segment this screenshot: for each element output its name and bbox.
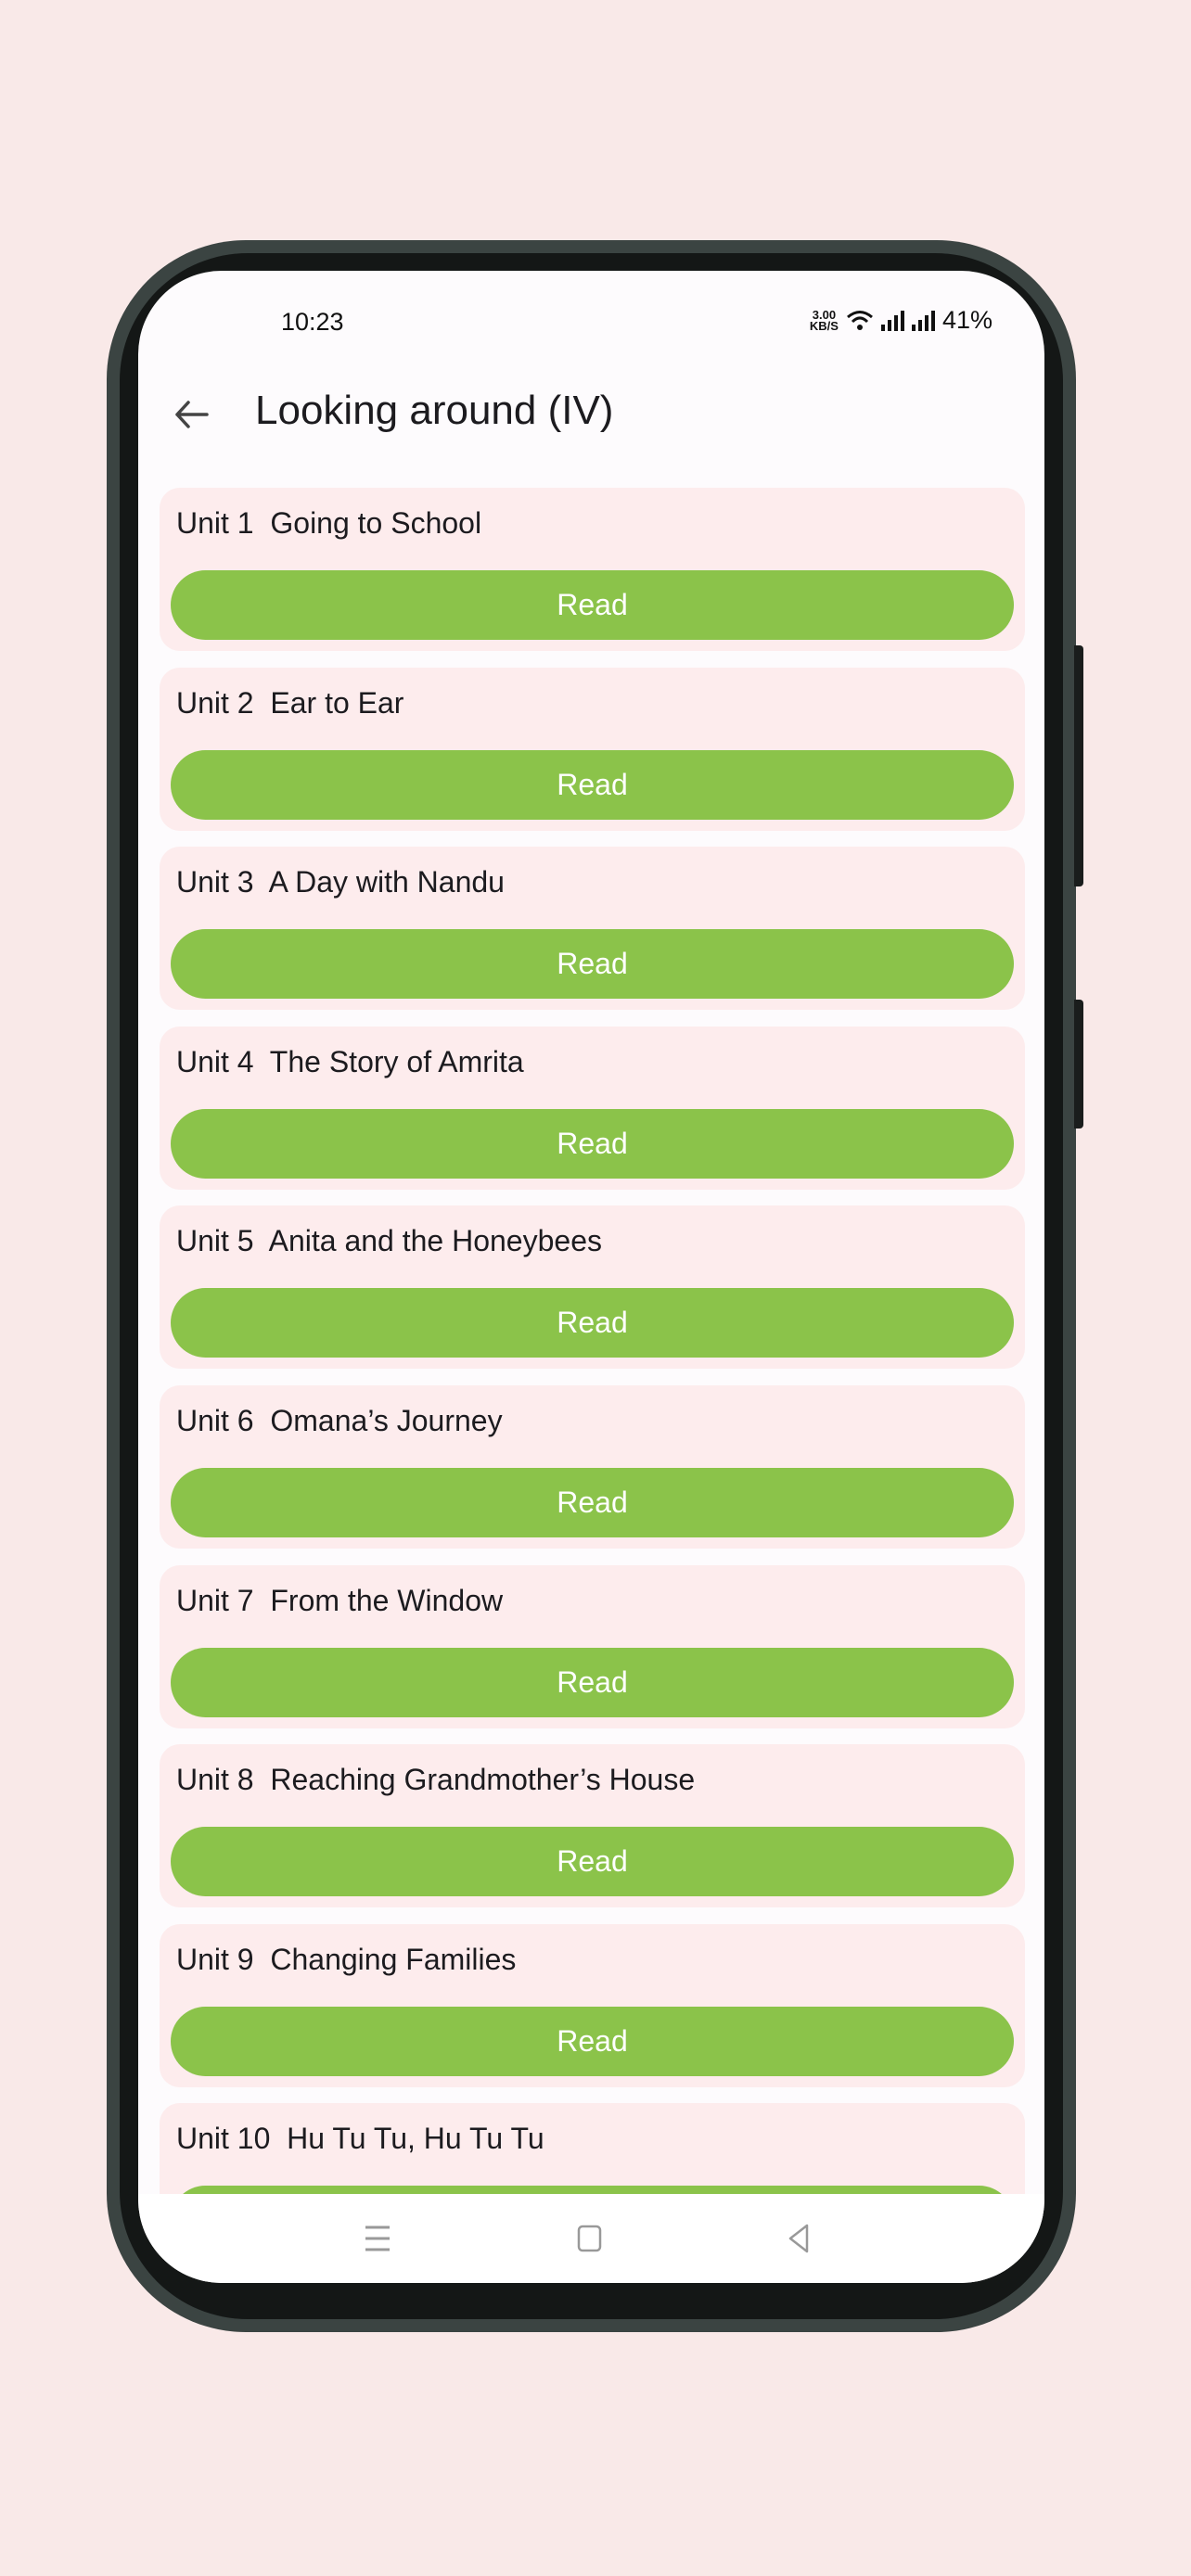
unit-card: Unit 9 Changing Families Read [160,1923,1025,2087]
unit-card: Unit 6 Omana’s Journey Read [160,1385,1025,1549]
unit-title: Unit 7 From the Window [176,1583,504,1617]
home-icon[interactable] [571,2220,608,2257]
unit-card: Unit 3 A Day with Nandu Read [160,847,1025,1011]
read-button[interactable]: Read [171,1827,1014,1897]
arrow-left-icon[interactable] [173,391,229,438]
unit-title: Unit 1 Going to School [176,506,482,540]
unit-title: Unit 5 Anita and the Honeybees [176,1224,602,1258]
volume-button [1074,645,1083,886]
unit-card: Unit 4 The Story of Amrita Read [160,1026,1025,1190]
read-button[interactable]: Read [171,1468,1014,1537]
read-button[interactable]: Read [171,1108,1014,1179]
read-button[interactable]: Read [171,570,1014,640]
system-nav-bar [138,2194,1044,2283]
unit-title: Unit 9 Changing Families [176,1942,517,1976]
unit-card: Unit 8 Reaching Grandmother’s House Read [160,1744,1025,1908]
unit-card: Unit 5 Anita and the Honeybees Read [160,1205,1025,1370]
back-icon[interactable] [781,2220,818,2257]
unit-title: Unit 10 Hu Tu Tu, Hu Tu Tu [176,2122,544,2156]
unit-card: Unit 1 Going to School Read [160,488,1025,651]
read-button[interactable]: Read [171,929,1014,1000]
screen: 10:23 3.00 KB/S 41% Looking around (IV) U… [138,271,1044,2283]
recents-icon[interactable] [359,2220,396,2257]
unit-title: Unit 6 Omana’s Journey [176,1404,503,1437]
read-button[interactable]: Read [171,1288,1014,1358]
unit-title: Unit 3 A Day with Nandu [176,865,505,899]
unit-title: Unit 2 Ear to Ear [176,685,404,720]
read-button[interactable]: Read [171,2186,1014,2194]
page-title: Looking around (IV) [255,388,614,433]
unit-title: Unit 4 The Story of Amrita [176,1044,524,1078]
unit-card: Unit 2 Ear to Ear Read [160,667,1025,831]
unit-list[interactable]: Looking around (IV) Unit 1 Going to Scho… [138,271,1044,2194]
read-button[interactable]: Read [171,749,1014,820]
power-button [1074,1000,1083,1129]
read-button[interactable]: Read [171,2006,1014,2076]
read-button[interactable]: Read [171,1647,1014,1717]
unit-card: Unit 10 Hu Tu Tu, Hu Tu Tu Read [160,2103,1025,2194]
unit-title: Unit 8 Reaching Grandmother’s House [176,1763,696,1797]
unit-card: Unit 7 From the Window Read [160,1564,1025,1728]
